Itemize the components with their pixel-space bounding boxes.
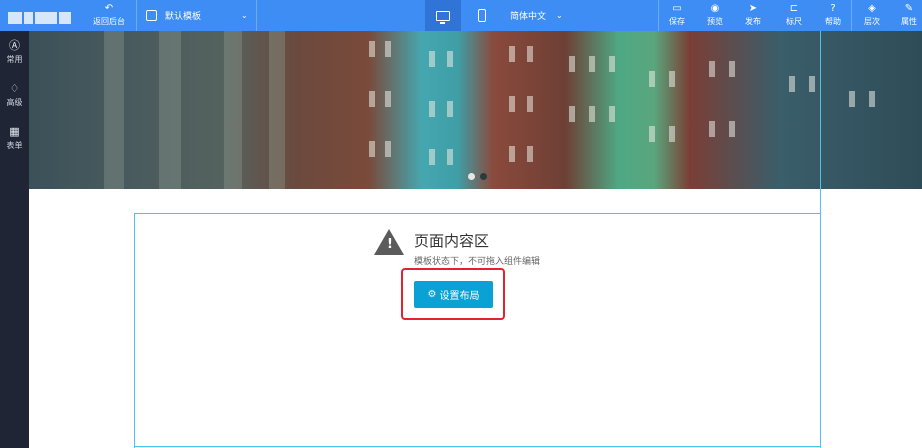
left-sidebar: Ⓐ 常用 ♢ 高级 ▦ 表单 (0, 31, 29, 448)
chevron-down-icon: ⌄ (556, 11, 563, 20)
ruler-icon: ⊏ (789, 3, 799, 14)
warning-mark: ! (387, 237, 393, 252)
properties-button[interactable]: ✎ 属性 (896, 0, 922, 31)
gear-icon: ⚙ (427, 289, 437, 300)
sidebar-item-form[interactable]: ▦ 表单 (0, 126, 29, 151)
letter-a-icon: Ⓐ (9, 39, 20, 52)
logo (8, 9, 78, 24)
preview-label: 预览 (707, 17, 723, 26)
sidebar-item-label: 高级 (6, 98, 23, 107)
save-label: 保存 (669, 17, 685, 26)
top-toolbar: ↶ 返回后台 默认模板 ⌄ 简体中文 ⌄ ▭ 保存 ◉ 预览 ➤ 发布 ⊏ 标尺… (0, 0, 922, 31)
set-layout-label: 设置布局 (439, 291, 480, 302)
sidebar-item-label: 表单 (6, 141, 23, 150)
layers-button[interactable]: ◈ 层次 (858, 0, 886, 31)
brush-icon: ✎ (904, 3, 914, 14)
send-icon: ➤ (748, 3, 758, 14)
back-label: 返回后台 (93, 17, 125, 26)
ruler-button[interactable]: ⊏ 标尺 (780, 0, 808, 31)
properties-label: 属性 (901, 17, 917, 26)
help-button[interactable]: ? 帮助 (819, 0, 847, 31)
sidebar-item-label: 常用 (6, 55, 23, 64)
layers-icon: ◈ (868, 3, 876, 14)
save-icon: ▭ (672, 3, 682, 14)
sidebar-item-common[interactable]: Ⓐ 常用 (0, 40, 29, 65)
carousel-dot-active[interactable] (468, 173, 475, 180)
eye-icon: ◉ (710, 3, 720, 14)
carousel-dot[interactable] (480, 173, 487, 180)
language-select[interactable]: 简体中文 ⌄ (510, 0, 563, 31)
monitor-icon (436, 10, 450, 24)
set-layout-button[interactable]: ⚙ 设置布局 (414, 281, 493, 308)
undo-icon: ↶ (104, 3, 114, 14)
save-button[interactable]: ▭ 保存 (663, 0, 691, 31)
guide-line (820, 31, 821, 448)
publish-label: 发布 (745, 17, 761, 26)
guide-line (134, 213, 135, 448)
template-icon (146, 10, 157, 21)
template-label: 默认模板 (165, 12, 202, 22)
phone-icon (478, 9, 486, 22)
back-button[interactable]: ↶ 返回后台 (88, 0, 130, 31)
help-label: 帮助 (825, 17, 841, 26)
banner-image (29, 31, 922, 189)
ruler-label: 标尺 (786, 17, 802, 26)
help-icon: ? (830, 3, 836, 14)
sidebar-item-advanced[interactable]: ♢ 高级 (0, 83, 29, 108)
publish-button[interactable]: ➤ 发布 (739, 0, 767, 31)
layers-label: 层次 (864, 17, 880, 26)
mobile-view-button[interactable] (466, 0, 498, 31)
preview-button[interactable]: ◉ 预览 (701, 0, 729, 31)
chevron-down-icon: ⌄ (241, 11, 248, 20)
guide-line (134, 446, 821, 447)
guide-line (134, 213, 821, 214)
content-area-subtitle: 模板状态下，不可拖入组件编辑 (414, 257, 541, 267)
template-select[interactable]: 默认模板 ⌄ (146, 0, 248, 31)
grid-icon: ▦ (9, 125, 20, 138)
content-area-title: 页面内容区 (414, 232, 490, 250)
diamond-icon: ♢ (9, 82, 20, 95)
desktop-view-button[interactable] (425, 0, 461, 31)
language-label: 简体中文 (510, 12, 547, 22)
